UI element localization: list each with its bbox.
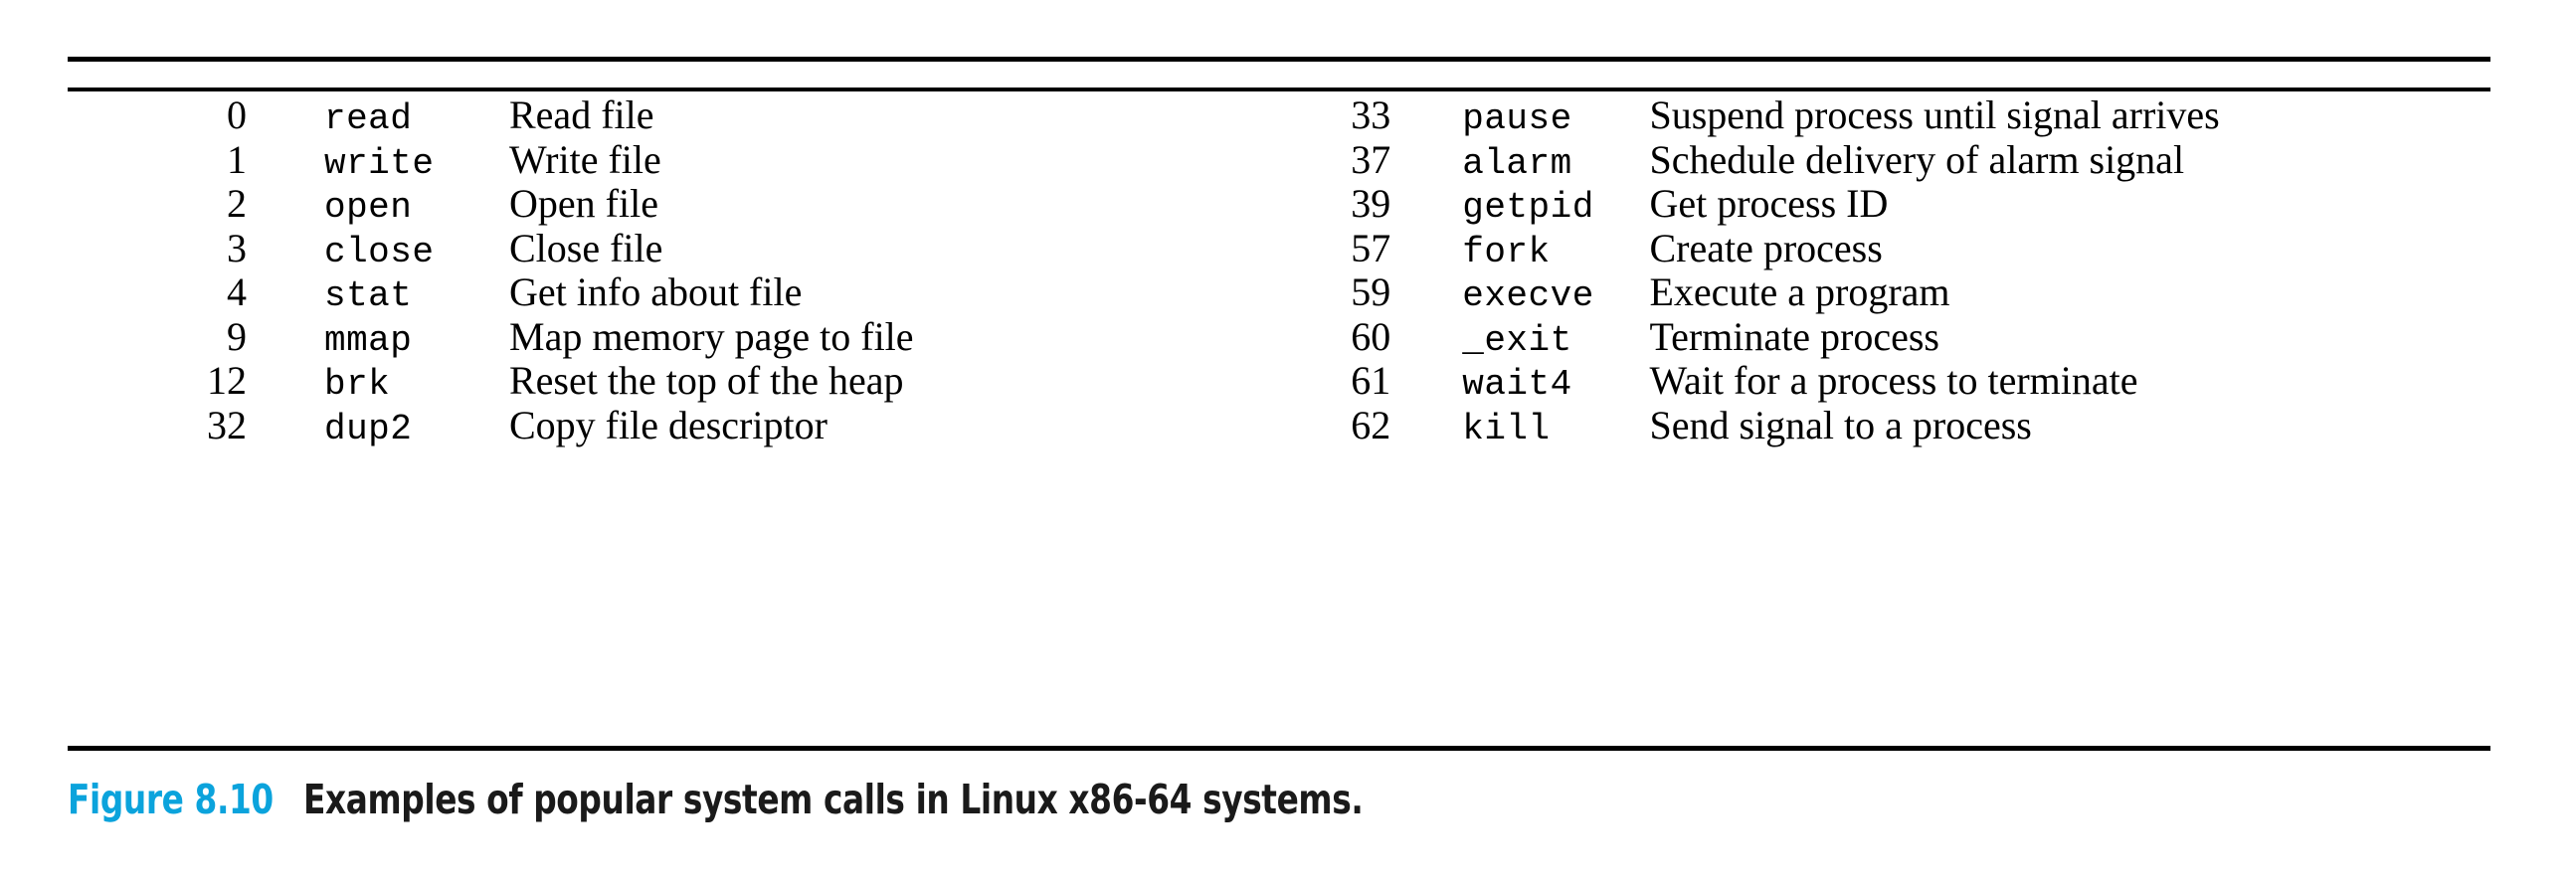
- cell-name: write: [323, 142, 435, 184]
- cell-name: getpid: [1462, 187, 1594, 228]
- cell-number: 62: [1351, 402, 1391, 447]
- figure-block: Number Name Description Number Name Desc…: [68, 0, 2490, 885]
- cell-name: execve: [1462, 275, 1594, 316]
- table-row: 59 execve Execute a program: [1213, 268, 2490, 316]
- cell-number: 12: [206, 358, 247, 403]
- cell-name: _exit: [1462, 319, 1572, 361]
- cell-number: 60: [1351, 313, 1391, 359]
- table-bottom-rule: [68, 746, 2490, 751]
- cell-description: Get process ID: [1649, 181, 1889, 226]
- cell-name: stat: [323, 275, 413, 316]
- cell-description: Close file: [509, 225, 663, 270]
- cell-number: 1: [226, 136, 247, 182]
- table-row: 12 brk Reset the top of the heap: [68, 357, 1213, 405]
- cell-description: Schedule delivery of alarm signal: [1649, 136, 2185, 182]
- cell-number: 39: [1351, 181, 1391, 226]
- cell-name: pause: [1462, 98, 1572, 139]
- figure-caption: Figure 8.10 Examples of popular system c…: [68, 776, 1627, 823]
- cell-description: Map memory page to file: [509, 313, 914, 359]
- cell-name: dup2: [323, 408, 413, 449]
- table-row: 60 _exit Terminate process: [1213, 313, 2490, 361]
- cell-description: Send signal to a process: [1649, 402, 2032, 447]
- cell-number: 61: [1351, 358, 1391, 403]
- cell-name: read: [323, 98, 413, 139]
- table-row: 62 kill Send signal to a process: [1213, 402, 2490, 449]
- cell-description: Write file: [509, 136, 661, 182]
- cell-name: open: [323, 187, 413, 228]
- cell-number: 32: [206, 402, 247, 447]
- cell-name: mmap: [323, 319, 413, 361]
- right-rows-container: 33 pause Suspend process until signal arri…: [1213, 91, 2490, 449]
- figure-label: Figure 8.10: [68, 776, 274, 823]
- cell-description: Reset the top of the heap: [509, 358, 904, 403]
- table-row: 33 pause Suspend process until signal arri…: [1213, 91, 2490, 139]
- cell-description: Execute a program: [1649, 269, 1950, 314]
- table-row: 39 getpid Get process ID: [1213, 180, 2490, 228]
- cell-number: 37: [1351, 136, 1391, 182]
- cell-number: 59: [1351, 269, 1391, 314]
- cell-number: 57: [1351, 225, 1391, 270]
- cell-number: 0: [226, 92, 247, 137]
- table-row: 3 close Close file: [68, 225, 1213, 272]
- table-top-rule: [68, 57, 2490, 62]
- figure-caption-text: Examples of popular system calls in Linu…: [302, 776, 1364, 823]
- cell-description: Get info about file: [509, 269, 803, 314]
- cell-name: kill: [1462, 408, 1551, 449]
- cell-description: Suspend process until signal arrives: [1649, 92, 2220, 137]
- cell-number: 3: [226, 225, 247, 270]
- cell-name: wait4: [1462, 364, 1572, 405]
- table-row: 1 write Write file: [68, 136, 1213, 184]
- table-row: 2 open Open file: [68, 180, 1213, 228]
- left-rows-container: 0 read Read file 1 write Write file 2 open Open …: [68, 91, 1213, 449]
- cell-number: 2: [226, 181, 247, 226]
- cell-name: alarm: [1462, 142, 1572, 184]
- cell-description: Wait for a process to terminate: [1649, 358, 2138, 403]
- table-row: 37 alarm Schedule delivery of alarm signal: [1213, 136, 2490, 184]
- cell-description: Open file: [509, 181, 658, 226]
- table-row: 32 dup2 Copy file descriptor: [68, 402, 1213, 449]
- table-row: 61 wait4 Wait for a process to terminate: [1213, 357, 2490, 405]
- cell-number: 33: [1351, 92, 1391, 137]
- cell-name: close: [323, 231, 435, 272]
- cell-description: Terminate process: [1649, 313, 1939, 359]
- cell-number: 4: [226, 269, 247, 314]
- syscall-table: 0 read Read file 1 write Write file 2 open Open …: [68, 91, 2490, 449]
- table-row: 0 read Read file: [68, 91, 1213, 139]
- cell-description: Copy file descriptor: [509, 402, 828, 447]
- table-row: 9 mmap Map memory page to file: [68, 313, 1213, 361]
- cell-name: fork: [1462, 231, 1551, 272]
- cell-name: brk: [323, 364, 391, 405]
- table-row: 57 fork Create process: [1213, 225, 2490, 272]
- syscall-table-left-panel: 0 read Read file 1 write Write file 2 open Open …: [68, 91, 1213, 449]
- cell-description: Read file: [509, 92, 654, 137]
- cell-number: 9: [226, 313, 247, 359]
- syscall-table-right-panel: 33 pause Suspend process until signal arri…: [1213, 91, 2490, 449]
- cell-description: Create process: [1649, 225, 1883, 270]
- table-row: 4 stat Get info about file: [68, 268, 1213, 316]
